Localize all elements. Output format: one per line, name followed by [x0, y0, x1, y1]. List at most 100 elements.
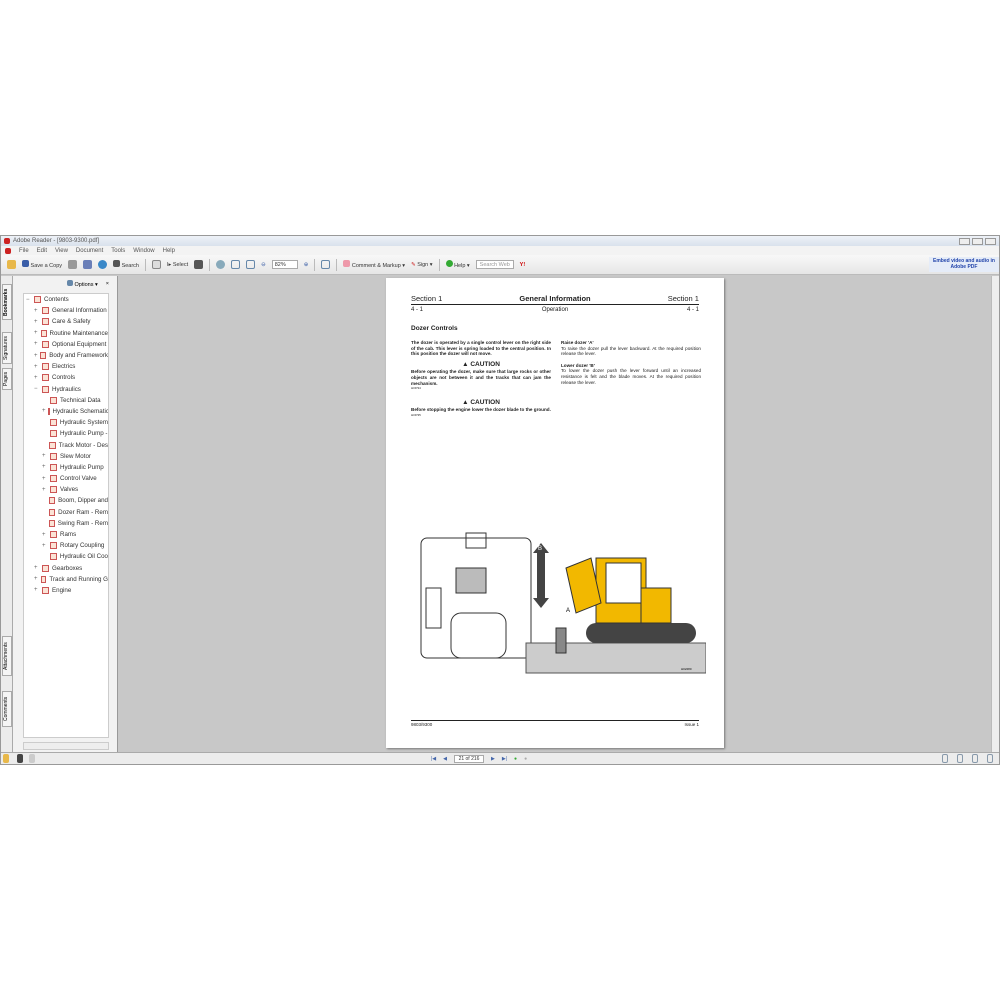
sign-button[interactable]: ✎ Sign ▾ — [411, 262, 432, 268]
expand-toggle[interactable]: + — [42, 453, 48, 459]
bookmark-item[interactable]: +Care & Safety — [24, 316, 108, 327]
go-back-button[interactable]: ● — [514, 756, 517, 762]
expand-toggle[interactable]: + — [34, 319, 40, 325]
previous-page-button[interactable]: ◀ — [443, 756, 447, 762]
tab-pages[interactable]: Pages — [2, 368, 12, 390]
yahoo-icon[interactable]: Y! — [520, 262, 526, 268]
bookmark-item[interactable]: +Valves — [24, 484, 108, 495]
bookmark-item[interactable]: +Body and Framework — [24, 350, 108, 361]
close-button[interactable] — [985, 238, 996, 245]
bookmark-item[interactable]: Hydraulic Pump - — [24, 428, 108, 439]
expand-toggle[interactable]: + — [34, 330, 39, 336]
options-menu[interactable]: Options ▾ — [67, 280, 98, 288]
bookmark-item[interactable]: Boom, Dipper and — [24, 495, 108, 506]
bookmark-item[interactable]: Dozer Ram - Rem — [24, 507, 108, 518]
tab-attachments[interactable]: Attachments — [2, 636, 12, 676]
fit-page-icon[interactable] — [231, 260, 240, 269]
embed-video-ad[interactable]: Embed video and audio in Adobe PDF — [929, 257, 999, 272]
bookmark-item[interactable]: +Hydraulic Schematic — [24, 406, 108, 417]
expand-toggle[interactable]: + — [42, 408, 46, 414]
page-number-field[interactable]: 21 of 216 — [454, 755, 484, 763]
search-button[interactable]: Search — [113, 260, 139, 269]
menu-edit[interactable]: Edit — [37, 248, 47, 254]
save-copy-button[interactable]: Save a Copy — [22, 260, 62, 269]
expand-toggle[interactable]: + — [42, 532, 48, 538]
expand-toggle[interactable]: − — [26, 297, 32, 303]
expand-toggle[interactable]: + — [34, 576, 39, 582]
continuous-facing-icon[interactable] — [987, 754, 993, 763]
close-panel-button[interactable]: × — [106, 281, 109, 287]
bookmark-item[interactable]: +Rams — [24, 529, 108, 540]
help-button[interactable]: Help ▾ — [446, 260, 470, 269]
bookmark-item[interactable]: −Contents — [24, 294, 108, 305]
bookmark-item[interactable]: +Controls — [24, 372, 108, 383]
tab-signatures[interactable]: Signatures — [2, 332, 12, 364]
bookmark-item[interactable]: +Slew Motor — [24, 451, 108, 462]
menu-document[interactable]: Document — [76, 248, 103, 254]
bookmark-item[interactable]: Hydraulic System — [24, 417, 108, 428]
first-page-button[interactable]: |◀ — [431, 756, 436, 762]
bookmark-item[interactable]: +Hydraulic Pump — [24, 462, 108, 473]
expand-toggle[interactable]: + — [34, 375, 40, 381]
bookmark-item[interactable]: +Control Valve — [24, 473, 108, 484]
next-page-button[interactable]: ▶ — [491, 756, 495, 762]
expand-toggle[interactable]: + — [42, 476, 48, 482]
snapshot-icon[interactable] — [194, 260, 203, 269]
expand-toggle[interactable]: + — [34, 308, 40, 314]
bookmark-item[interactable]: −Hydraulics — [24, 384, 108, 395]
go-forward-button[interactable]: ● — [524, 756, 527, 762]
fit-width-icon[interactable] — [246, 260, 255, 269]
comment-markup-button[interactable]: Comment & Markup ▾ — [343, 260, 405, 269]
expand-toggle[interactable]: + — [42, 464, 48, 470]
menu-help[interactable]: Help — [163, 248, 175, 254]
expand-toggle[interactable]: + — [34, 353, 38, 359]
search-web-input[interactable]: Search Web — [476, 260, 514, 269]
bookmark-item[interactable]: +General Information — [24, 305, 108, 316]
bookmark-item[interactable]: Technical Data — [24, 395, 108, 406]
continuous-icon[interactable] — [957, 754, 963, 763]
email-icon[interactable] — [98, 260, 107, 269]
print-icon[interactable] — [68, 260, 77, 269]
rotate-view-icon[interactable] — [321, 260, 330, 269]
bookmark-item[interactable]: Track Motor - Des — [24, 439, 108, 450]
menu-window[interactable]: Window — [133, 248, 154, 254]
disk-icon[interactable] — [17, 754, 23, 763]
bookmark-item[interactable]: +Rotary Coupling — [24, 540, 108, 551]
last-page-button[interactable]: ▶| — [502, 756, 507, 762]
zoom-in-tool-icon[interactable] — [216, 260, 225, 269]
panel-horizontal-scrollbar[interactable] — [23, 742, 109, 750]
bookmark-item[interactable]: Swing Ram - Rem — [24, 518, 108, 529]
attach-icon[interactable] — [83, 260, 92, 269]
hand-tool-icon[interactable] — [152, 260, 161, 269]
expand-toggle[interactable]: + — [34, 341, 40, 347]
select-tool-button[interactable]: I▸ Select — [167, 262, 188, 268]
bookmark-item[interactable]: +Track and Running G — [24, 574, 108, 585]
expand-toggle[interactable]: − — [34, 386, 40, 392]
single-page-icon[interactable] — [942, 754, 948, 763]
tab-bookmarks[interactable]: Bookmarks — [2, 284, 12, 320]
menu-view[interactable]: View — [55, 248, 68, 254]
expand-toggle[interactable]: + — [42, 487, 48, 493]
bookmark-item[interactable]: +Gearboxes — [24, 563, 108, 574]
open-folder-icon[interactable] — [7, 260, 16, 269]
bookmark-item[interactable]: +Optional Equipment — [24, 339, 108, 350]
bookmark-item[interactable]: +Routine Maintenance — [24, 328, 108, 339]
minimize-button[interactable] — [959, 238, 970, 245]
expand-toggle[interactable]: + — [34, 364, 40, 370]
document-properties-icon[interactable] — [29, 754, 35, 763]
zoom-in-icon[interactable]: ⊕ — [304, 262, 309, 268]
zoom-out-icon[interactable]: ⊖ — [261, 262, 266, 268]
restore-button[interactable] — [972, 238, 983, 245]
expand-toggle[interactable]: + — [42, 543, 48, 549]
menu-file[interactable]: File — [19, 248, 29, 254]
zoom-level-field[interactable]: 82% — [272, 260, 298, 269]
bookmark-item[interactable]: +Electrics — [24, 361, 108, 372]
tab-comments[interactable]: Comments — [2, 691, 12, 727]
expand-toggle[interactable]: + — [34, 565, 40, 571]
menu-tools[interactable]: Tools — [111, 248, 125, 254]
bookmark-item[interactable]: +Engine — [24, 585, 108, 596]
bookmark-item[interactable]: Hydraulic Oil Coo — [24, 551, 108, 562]
expand-toggle[interactable]: + — [34, 587, 40, 593]
document-vertical-scrollbar[interactable] — [991, 276, 999, 752]
facing-icon[interactable] — [972, 754, 978, 763]
